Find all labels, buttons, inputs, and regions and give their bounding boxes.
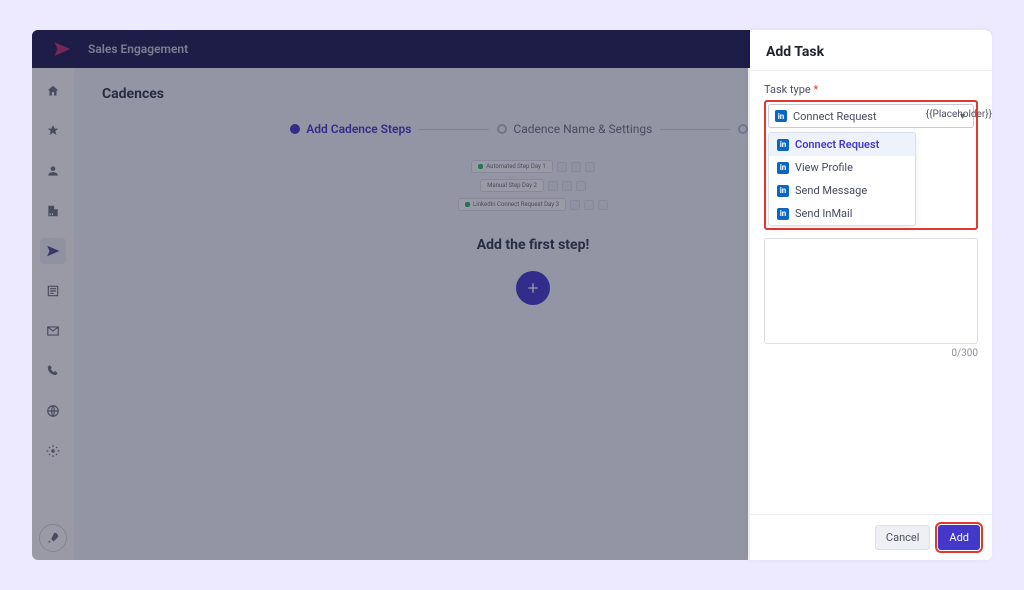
preview-row: Automated Step Day 1: [471, 160, 594, 173]
linkedin-icon: in: [777, 185, 789, 197]
step-indicator-icon: [497, 124, 507, 134]
nav-leads-icon[interactable]: [40, 118, 66, 144]
nav-contact-icon[interactable]: [40, 158, 66, 184]
add-button[interactable]: Add: [938, 525, 980, 550]
add-task-drawer: Add Task Task type * in Connect Request …: [750, 30, 992, 560]
step-label: Cadence Name & Settings: [513, 122, 652, 136]
stepper-step-1[interactable]: Add Cadence Steps: [290, 122, 411, 136]
option-send-inmail[interactable]: in Send InMail: [769, 202, 915, 225]
option-connect-request[interactable]: in Connect Request: [769, 133, 915, 156]
nav-company-icon[interactable]: [40, 198, 66, 224]
linkedin-icon: in: [775, 110, 787, 122]
placeholder-token[interactable]: {{Placeholder}}: [926, 109, 992, 120]
task-type-dropdown: in Connect Request in View Profile in Se…: [768, 132, 916, 226]
nav-settings-icon[interactable]: [40, 438, 66, 464]
drawer-title: Add Task: [766, 44, 976, 60]
help-rocket-icon[interactable]: [39, 524, 67, 552]
task-type-label: Task type *: [764, 83, 978, 96]
step-indicator-icon: [738, 124, 748, 134]
drawer-header: Add Task: [750, 30, 992, 71]
sidebar: [32, 68, 74, 560]
step-indicator-icon: [290, 124, 300, 134]
add-step-button[interactable]: [516, 271, 550, 305]
char-counter: 0/300: [764, 348, 978, 359]
step-label: Add Cadence Steps: [306, 122, 411, 136]
drawer-body: Task type * in Connect Request ▼ in Conn…: [750, 71, 992, 514]
option-view-profile[interactable]: in View Profile: [769, 156, 915, 179]
cancel-button[interactable]: Cancel: [875, 525, 930, 550]
stepper-line: [660, 129, 730, 130]
linkedin-icon: in: [777, 162, 789, 174]
nav-globe-icon[interactable]: [40, 398, 66, 424]
linkedin-icon: in: [777, 208, 789, 220]
stepper-line: [419, 129, 489, 130]
nav-email-icon[interactable]: [40, 318, 66, 344]
nav-tasks-icon[interactable]: [40, 278, 66, 304]
option-send-message[interactable]: in Send Message: [769, 179, 915, 202]
nav-phone-icon[interactable]: [40, 358, 66, 384]
preview-row: LinkedIn Connect Request Day 3: [458, 198, 608, 211]
app-logo: [42, 40, 82, 58]
select-value: Connect Request: [793, 110, 877, 123]
nav-engagement-icon[interactable]: [40, 238, 66, 264]
linkedin-icon: in: [777, 139, 789, 151]
message-textarea[interactable]: [764, 238, 978, 344]
topbar-module-title: Sales Engagement: [88, 42, 188, 56]
nav-home-icon[interactable]: [40, 78, 66, 104]
stepper-step-2[interactable]: Cadence Name & Settings: [497, 122, 652, 136]
preview-row: Manual Step Day 2: [480, 179, 586, 192]
drawer-footer: Cancel Add: [750, 514, 992, 560]
